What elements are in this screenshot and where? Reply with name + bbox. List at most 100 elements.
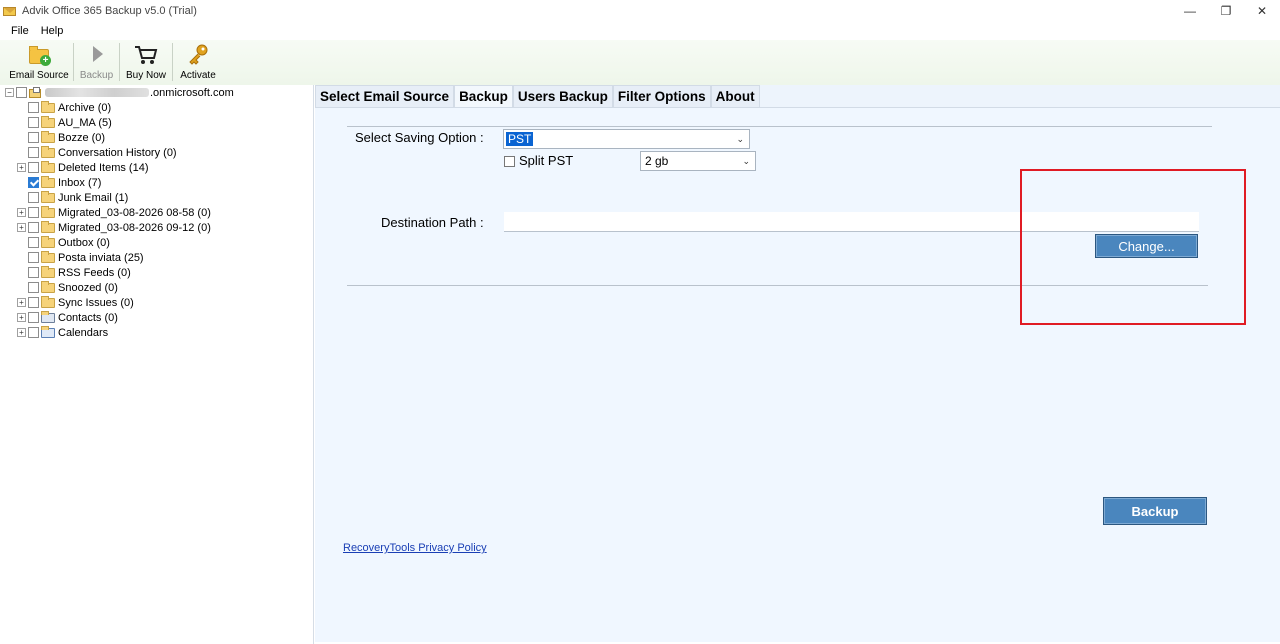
expand-icon[interactable]: +: [17, 328, 26, 337]
folder-icon: [41, 235, 55, 248]
email-source-label: Email Source: [9, 70, 69, 81]
folder-checkbox[interactable]: [28, 252, 39, 263]
tree-folder-item[interactable]: Conversation History (0): [17, 145, 177, 160]
tree-folder-item[interactable]: AU_MA (5): [17, 115, 112, 130]
folder-label: Contacts (0): [58, 311, 118, 324]
saving-option-value: PST: [506, 132, 534, 146]
folder-icon: [41, 265, 55, 278]
tree-folder-item[interactable]: + Migrated_03-08-2026 08-58 (0): [17, 205, 211, 220]
folder-label: Junk Email (1): [58, 191, 129, 204]
collapse-icon[interactable]: −: [5, 88, 14, 97]
expand-icon[interactable]: +: [17, 163, 26, 172]
folder-icon: [41, 205, 55, 218]
tree-root-account[interactable]: − .onmicrosoft.com: [5, 85, 234, 100]
highlight-box: [1020, 169, 1246, 325]
tree-folder-item[interactable]: Inbox (7): [17, 175, 101, 190]
tree-folder-item[interactable]: + Sync Issues (0): [17, 295, 134, 310]
minimize-button[interactable]: —: [1172, 0, 1208, 21]
tree-folder-item[interactable]: Outbox (0): [17, 235, 110, 250]
folder-checkbox[interactable]: [28, 207, 39, 218]
tab-users-backup[interactable]: Users Backup: [512, 85, 613, 107]
expand-icon[interactable]: +: [17, 208, 26, 217]
expand-icon[interactable]: +: [17, 298, 26, 307]
close-button[interactable]: ✕: [1244, 0, 1280, 21]
backup-button[interactable]: Backup: [1103, 497, 1207, 525]
mailbox-icon: [29, 87, 42, 98]
split-size-select[interactable]: 2 gb ⌄: [640, 151, 756, 171]
tab-about[interactable]: About: [710, 85, 760, 107]
account-checkbox[interactable]: [16, 87, 27, 98]
cart-icon: [133, 43, 159, 67]
folder-icon: [41, 130, 55, 143]
restore-button[interactable]: ❐: [1208, 0, 1244, 21]
folder-label: Archive (0): [58, 101, 112, 114]
folder-checkbox[interactable]: [28, 192, 39, 203]
tree-folder-item[interactable]: + Migrated_03-08-2026 09-12 (0): [17, 220, 211, 235]
menu-help[interactable]: Help: [35, 25, 70, 37]
tree-folder-item[interactable]: + Contacts (0): [17, 310, 118, 325]
tree-folder-item[interactable]: Junk Email (1): [17, 190, 128, 205]
folder-label: Outbox (0): [58, 236, 110, 249]
title-bar: Advik Office 365 Backup v5.0 (Trial) — ❐…: [0, 0, 1280, 21]
folder-checkbox[interactable]: [28, 132, 39, 143]
window-title: Advik Office 365 Backup v5.0 (Trial): [22, 4, 197, 17]
folder-icon: [41, 295, 55, 308]
menu-file[interactable]: File: [5, 25, 35, 37]
email-source-button[interactable]: + Email Source: [5, 40, 73, 83]
folder-icon: [41, 220, 55, 233]
tree-folder-item[interactable]: Archive (0): [17, 100, 111, 115]
tree-folder-item[interactable]: + Calendars: [17, 325, 108, 340]
chevron-down-icon: ⌄: [736, 134, 744, 144]
tab-select-email-source[interactable]: Select Email Source: [315, 85, 455, 107]
backup-tab-content: Select Saving Option : PST ⌄ Split PST 2…: [315, 107, 1280, 642]
folder-add-icon: +: [26, 43, 52, 67]
folder-label: Snoozed (0): [58, 281, 118, 294]
folder-label: Posta inviata (25): [58, 251, 144, 264]
app-envelope-icon: [3, 5, 17, 17]
folder-label: Sync Issues (0): [58, 296, 134, 309]
key-icon: [185, 43, 211, 67]
buy-now-label: Buy Now: [125, 70, 166, 81]
folder-checkbox[interactable]: [28, 327, 39, 338]
split-pst-checkbox[interactable]: [504, 156, 515, 167]
privacy-policy-link[interactable]: RecoveryTools Privacy Policy: [343, 542, 487, 554]
destination-path-label: Destination Path :: [381, 215, 484, 230]
menu-bar: File Help: [0, 21, 1280, 40]
folder-checkbox[interactable]: [28, 102, 39, 113]
tree-folder-item[interactable]: + Deleted Items (14): [17, 160, 148, 175]
folder-checkbox[interactable]: [28, 177, 39, 188]
tree-folder-item[interactable]: Bozze (0): [17, 130, 105, 145]
folder-checkbox[interactable]: [28, 147, 39, 158]
split-size-value: 2 gb: [645, 154, 669, 168]
folder-checkbox[interactable]: [28, 117, 39, 128]
folder-checkbox[interactable]: [28, 312, 39, 323]
divider-top: [347, 126, 1212, 127]
folder-icon: [41, 190, 55, 203]
folder-tree: − .onmicrosoft.com Archive (0) AU_MA (5) B…: [0, 85, 314, 644]
activate-label: Activate: [180, 70, 216, 81]
expand-icon[interactable]: +: [17, 223, 26, 232]
folder-checkbox[interactable]: [28, 222, 39, 233]
folder-checkbox[interactable]: [28, 162, 39, 173]
main-panel: Select Email Source Backup Users Backup …: [315, 85, 1280, 642]
folder-checkbox[interactable]: [28, 282, 39, 293]
folder-label: RSS Feeds (0): [58, 266, 131, 279]
buy-now-button[interactable]: Buy Now: [120, 40, 172, 83]
folder-checkbox[interactable]: [28, 237, 39, 248]
account-domain: .onmicrosoft.com: [150, 86, 234, 99]
expand-icon[interactable]: +: [17, 313, 26, 322]
folder-checkbox[interactable]: [28, 267, 39, 278]
saving-option-select[interactable]: PST ⌄: [503, 129, 750, 149]
tree-folder-item[interactable]: Posta inviata (25): [17, 250, 144, 265]
window-controls: — ❐ ✕: [1172, 0, 1280, 21]
folder-checkbox[interactable]: [28, 297, 39, 308]
tree-folder-item[interactable]: Snoozed (0): [17, 280, 118, 295]
activate-button[interactable]: Activate: [173, 40, 223, 83]
tab-filter-options[interactable]: Filter Options: [612, 85, 711, 107]
folder-icon: [41, 250, 55, 263]
tab-backup[interactable]: Backup: [454, 85, 513, 107]
folder-icon: [41, 175, 55, 188]
folder-icon: [41, 115, 55, 128]
tree-folder-item[interactable]: RSS Feeds (0): [17, 265, 131, 280]
backup-toolbar-button[interactable]: Backup: [74, 40, 119, 83]
